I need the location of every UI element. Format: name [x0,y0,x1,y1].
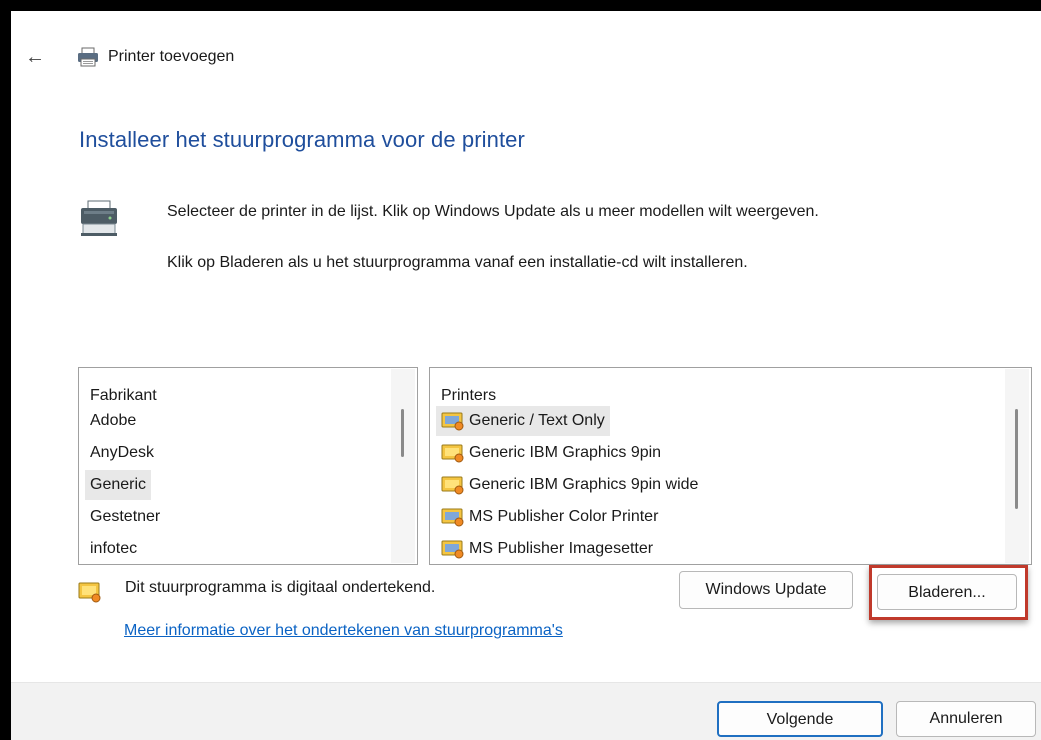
printer-list-header: Printers [441,387,497,404]
printer-item-label: MS Publisher Color Printer [469,508,659,525]
list-item[interactable]: MS Publisher Imagesetter [436,534,658,564]
driver-certificate-icon [441,412,464,431]
printer-large-icon [81,200,117,236]
list-item[interactable]: Generic IBM Graphics 9pin wide [436,470,703,500]
printer-scrollbar[interactable] [1005,369,1029,563]
add-printer-window: ← Printer toevoegen Installeer het stuur… [11,11,1041,740]
scrollbar-thumb[interactable] [1015,409,1018,509]
manufacturer-listbox[interactable]: Fabrikant Adobe AnyDesk Generic Gestetne… [78,367,418,565]
manufacturer-item-label: Gestetner [90,508,161,525]
printer-item-label: Generic IBM Graphics 9pin [469,444,662,461]
list-item[interactable]: AnyDesk [85,438,159,468]
browse-button[interactable]: Bladeren... [877,574,1017,610]
manufacturer-item-label: infotec [90,540,138,557]
manufacturer-item-label: Generic [90,476,147,493]
list-item-selected[interactable]: Generic [85,470,152,500]
page-heading: Installeer het stuurprogramma voor de pr… [79,127,525,152]
list-item[interactable]: Generic IBM Graphics 9pin [436,438,666,468]
manufacturer-scrollbar[interactable] [391,369,415,563]
certificate-icon [78,582,101,603]
printer-listbox[interactable]: Printers Generic / Text Only Generic IBM… [429,367,1032,565]
back-arrow-icon[interactable]: ← [25,47,45,67]
title-bar: ← Printer toevoegen [11,11,1041,77]
more-info-link[interactable]: Meer informatie over het ondertekenen va… [124,622,563,640]
driver-certificate-icon [441,476,464,495]
description-line-2: Klik op Bladeren als u het stuurprogramm… [167,254,748,271]
printer-item-label: Generic / Text Only [469,412,605,429]
list-item[interactable]: Gestetner [85,502,165,532]
list-item-selected[interactable]: Generic / Text Only [436,406,610,436]
windows-update-button[interactable]: Windows Update [679,571,853,609]
driver-certificate-icon [441,540,464,559]
cancel-button[interactable]: Annuleren [896,701,1036,737]
driver-certificate-icon [441,508,464,527]
list-item[interactable]: MS Publisher Color Printer [436,502,663,532]
dialog-footer: Volgende Annuleren [11,682,1041,740]
window-title: Printer toevoegen [108,48,235,65]
manufacturer-list-header: Fabrikant [90,387,157,404]
list-item[interactable]: infotec [85,534,142,564]
printer-icon [78,47,98,67]
manufacturer-item-label: Adobe [90,412,137,429]
printer-item-label: Generic IBM Graphics 9pin wide [469,476,699,493]
list-item[interactable]: Adobe [85,406,141,436]
printer-item-label: MS Publisher Imagesetter [469,540,654,557]
description-line-1: Selecteer de printer in de lijst. Klik o… [167,203,819,220]
next-button[interactable]: Volgende [717,701,883,737]
scrollbar-thumb[interactable] [401,409,404,457]
driver-certificate-icon [441,444,464,463]
signature-status-text: Dit stuurprogramma is digitaal onderteke… [125,579,436,596]
manufacturer-item-label: AnyDesk [90,444,155,461]
